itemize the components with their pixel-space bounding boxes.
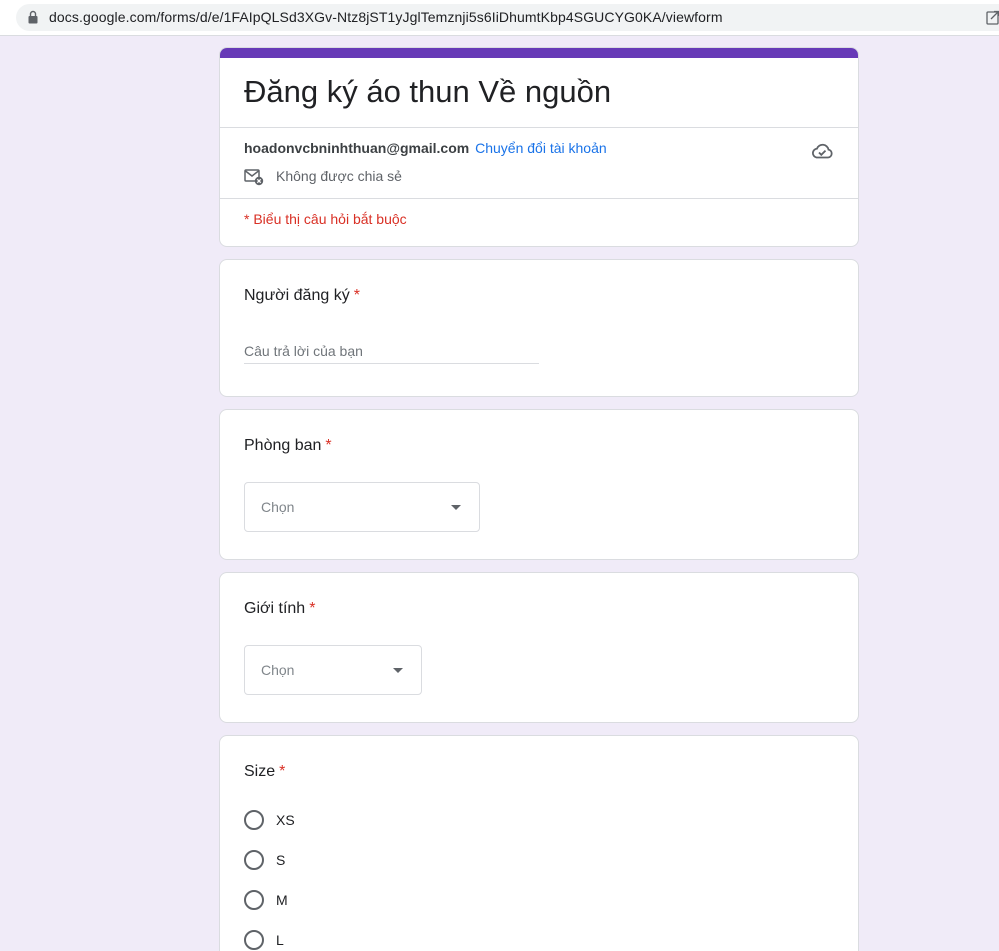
browser-address-bar: docs.google.com/forms/d/e/1FAIpQLSd3XGv-… <box>0 0 999 36</box>
required-asterisk: * <box>325 437 332 454</box>
radio-label: XS <box>276 812 295 828</box>
radio-option-xs[interactable]: XS <box>244 808 444 832</box>
question-card-department: Phòng ban * Chọn <box>219 409 859 560</box>
question-title: Người đăng ký * <box>244 287 360 305</box>
cloud-done-icon[interactable] <box>810 140 834 162</box>
form-header-card: Đăng ký áo thun Về nguồn hoadonvcbninhth… <box>219 47 859 247</box>
question-card-gender: Giới tính * Chọn <box>219 572 859 723</box>
url-text[interactable]: docs.google.com/forms/d/e/1FAIpQLSd3XGv-… <box>49 9 723 25</box>
lock-icon[interactable] <box>28 10 38 24</box>
required-asterisk: * <box>279 763 286 780</box>
radio-option-m[interactable]: M <box>244 888 444 912</box>
required-asterisk: * <box>353 287 360 304</box>
radio-label: M <box>276 892 288 908</box>
header-divider <box>220 127 858 128</box>
radio-option-s[interactable]: S <box>244 848 444 872</box>
question-card-registrant: Người đăng ký * <box>219 259 859 397</box>
department-dropdown[interactable]: Chọn <box>244 482 480 532</box>
share-icon[interactable] <box>986 9 999 25</box>
gender-dropdown[interactable]: Chọn <box>244 645 422 695</box>
radio-button[interactable] <box>244 810 264 830</box>
required-asterisk: * <box>309 600 316 617</box>
accent-bar <box>220 48 858 58</box>
account-email: hoadonvcbninhthuan@gmail.com <box>244 140 470 156</box>
form-title: Đăng ký áo thun Về nguồn <box>244 74 612 109</box>
header-divider-2 <box>220 198 858 199</box>
question-title: Size * <box>244 763 285 781</box>
question-title-text: Giới tính <box>244 600 306 617</box>
dropdown-value: Chọn <box>261 662 295 678</box>
radio-button[interactable] <box>244 930 264 950</box>
question-title: Giới tính * <box>244 600 315 618</box>
radio-button[interactable] <box>244 890 264 910</box>
chevron-down-icon <box>451 505 461 510</box>
registrant-input[interactable] <box>244 338 539 364</box>
radio-label: S <box>276 852 286 868</box>
radio-option-l[interactable]: L <box>244 928 444 951</box>
question-title: Phòng ban * <box>244 437 332 455</box>
mail-off-icon <box>244 169 264 186</box>
switch-account-link[interactable]: Chuyển đổi tài khoản <box>475 140 607 156</box>
radio-button[interactable] <box>244 850 264 870</box>
account-line: hoadonvcbninhthuan@gmail.com Chuyển đổi … <box>244 140 607 156</box>
question-title-text: Size <box>244 763 276 780</box>
question-card-size: Size * XS S M L <box>219 735 859 951</box>
dropdown-value: Chọn <box>261 499 295 515</box>
chevron-down-icon <box>393 668 403 673</box>
question-title-text: Người đăng ký <box>244 287 350 304</box>
question-title-text: Phòng ban <box>244 437 322 454</box>
not-shared-text: Không được chia sẻ <box>276 168 402 184</box>
radio-label: L <box>276 932 284 948</box>
required-note: * Biểu thị câu hỏi bắt buộc <box>244 211 407 227</box>
